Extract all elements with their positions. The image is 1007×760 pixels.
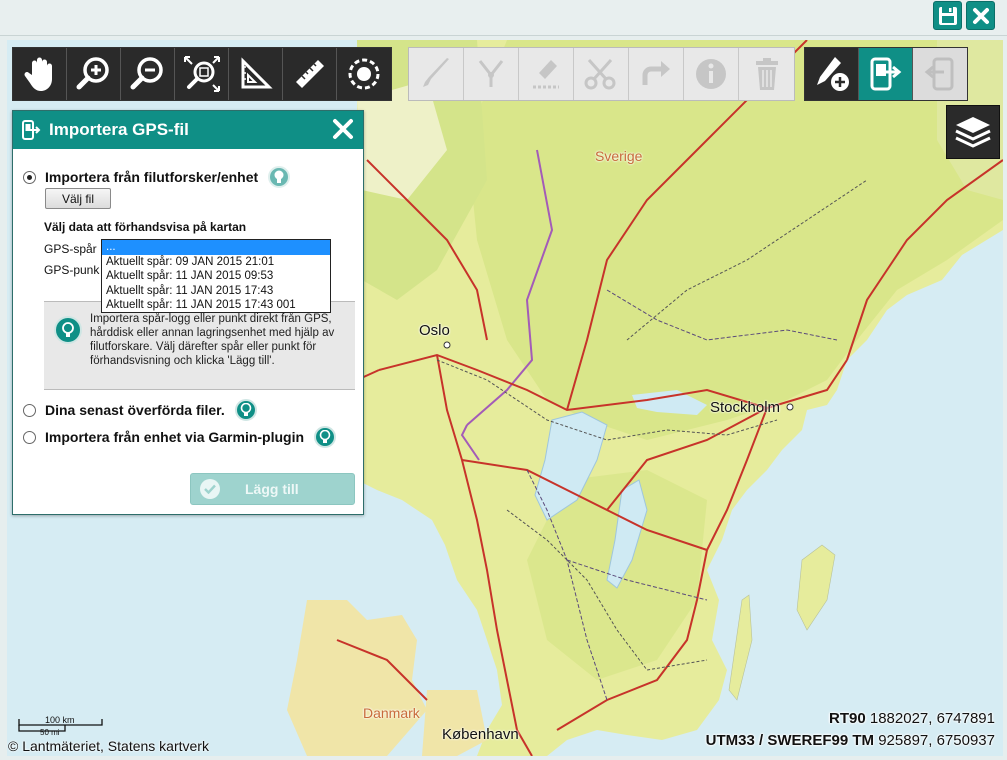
- label-sweden: Sverige: [595, 148, 643, 164]
- import-gps-icon: [870, 57, 901, 91]
- rt90-value: 1882027, 6747891: [869, 710, 995, 727]
- draw-icon: [423, 58, 449, 87]
- info-text: Importera spår-logg eller punkt direkt f…: [90, 313, 335, 367]
- coordinate-readout: RT90 1882027, 6747891 UTM33 / SWEREF99 T…: [706, 708, 995, 752]
- choose-file-button[interactable]: Välj fil: [45, 188, 111, 209]
- scale-bar: 100 km 50 mi: [18, 713, 108, 738]
- add-object-icon: [816, 57, 849, 91]
- pan-tool-button[interactable]: [13, 48, 67, 100]
- close-panel-icon[interactable]: [331, 117, 355, 141]
- ruler-button[interactable]: [283, 48, 337, 100]
- floppy-disk-icon: [938, 6, 957, 25]
- hint-bulb-icon[interactable]: [268, 166, 291, 188]
- ruler-icon: [295, 60, 324, 88]
- scale-km-label: 100 km: [45, 715, 75, 725]
- close-app-button[interactable]: [966, 1, 995, 30]
- import-gps-icon: [22, 120, 41, 140]
- label-oslo: Oslo: [419, 322, 450, 339]
- delete-button[interactable]: [739, 48, 794, 100]
- edit-toolbar: [408, 47, 795, 101]
- gps-track-label: GPS-spår: [44, 242, 97, 256]
- option-garmin-plugin-label: Importera från enhet via Garmin-plugin: [45, 429, 305, 445]
- add-button-label: Lägg till: [245, 481, 299, 497]
- cut-button[interactable]: [574, 48, 629, 100]
- file-toolbar: [804, 47, 968, 101]
- radio-recent-files[interactable]: [23, 403, 36, 417]
- scale-mi-label: 50 mi: [40, 728, 60, 737]
- edit-point-icon: [533, 60, 559, 89]
- export-gps-icon: [924, 57, 954, 91]
- edit-vertices-icon: [478, 60, 504, 87]
- app-header: [0, 0, 1007, 36]
- export-gps-button[interactable]: [913, 48, 967, 100]
- rt90-coords: RT90 1882027, 6747891: [706, 708, 995, 730]
- gps-points-label: GPS-punk: [44, 263, 100, 277]
- zoom-out-icon: [130, 57, 163, 90]
- zoom-extent-icon: [183, 56, 220, 92]
- info-button[interactable]: [684, 48, 739, 100]
- track-option[interactable]: Aktuellt spår: 09 JAN 2015 21:01: [102, 255, 330, 270]
- preview-label: Välj data att förhandsvisa på kartan: [44, 220, 247, 234]
- delete-icon: [755, 58, 778, 90]
- navigation-toolbar: [12, 47, 392, 101]
- option-file-explorer[interactable]: Importera från filutforsker/enhet: [23, 166, 291, 188]
- edit-vertices-button[interactable]: [464, 48, 519, 100]
- layers-icon: [955, 117, 991, 148]
- import-gps-panel: Importera GPS-fil Importera från filutfo…: [12, 110, 364, 515]
- add-object-button[interactable]: [805, 48, 859, 100]
- pan-hand-icon: [24, 57, 52, 91]
- angle-measure-icon: [241, 57, 273, 89]
- label-stockholm: Stockholm: [710, 399, 781, 416]
- track-option[interactable]: Aktuellt spår: 11 JAN 2015 17:43 001: [102, 298, 330, 313]
- save-button[interactable]: [933, 1, 962, 30]
- edit-point-button[interactable]: [519, 48, 574, 100]
- radio-garmin-plugin[interactable]: [23, 430, 36, 444]
- info-bulb-icon: [54, 316, 82, 344]
- option-file-explorer-label: Importera från filutforsker/enhet: [45, 169, 259, 185]
- angle-measure-button[interactable]: [229, 48, 283, 100]
- locate-position-button[interactable]: [337, 48, 391, 100]
- map-copyright: © Lantmäteriet, Statens kartverk: [8, 738, 209, 754]
- hint-bulb-icon[interactable]: [314, 426, 337, 448]
- option-recent-files-label: Dina senast överförda filer.: [45, 402, 225, 418]
- hint-bulb-icon[interactable]: [234, 399, 257, 421]
- option-recent-files[interactable]: Dina senast överförda filer.: [23, 399, 257, 421]
- cut-icon: [584, 58, 616, 90]
- add-button[interactable]: Lägg till: [190, 473, 355, 505]
- zoom-out-button[interactable]: [121, 48, 175, 100]
- zoom-extent-button[interactable]: [175, 48, 229, 100]
- checkmark-icon: [200, 479, 220, 499]
- track-option[interactable]: Aktuellt spår: 11 JAN 2015 09:53: [102, 269, 330, 284]
- zoom-in-icon: [76, 57, 109, 90]
- draw-button[interactable]: [409, 48, 464, 100]
- rt90-label: RT90: [829, 710, 866, 727]
- option-garmin-plugin[interactable]: Importera från enhet via Garmin-plugin: [23, 426, 337, 448]
- track-option[interactable]: Aktuellt spår: 11 JAN 2015 17:43: [102, 284, 330, 299]
- info-box: Importera spår-logg eller punkt direkt f…: [44, 301, 355, 390]
- redo-icon: [642, 61, 670, 85]
- zoom-in-button[interactable]: [67, 48, 121, 100]
- track-option[interactable]: ...: [102, 240, 330, 255]
- import-gps-button[interactable]: [859, 48, 913, 100]
- panel-title: Importera GPS-fil: [49, 120, 189, 139]
- utm-label: UTM33 / SWEREF99 TM: [705, 732, 875, 749]
- utm-value: 925897, 6750937: [878, 732, 995, 749]
- label-denmark: Danmark: [363, 705, 420, 721]
- close-icon: [972, 7, 989, 24]
- redo-button[interactable]: [629, 48, 684, 100]
- panel-header: Importera GPS-fil: [13, 111, 363, 149]
- radio-file-explorer[interactable]: [23, 170, 36, 184]
- locate-position-icon: [348, 58, 380, 90]
- label-copenhagen: København: [442, 726, 519, 743]
- info-icon: [696, 59, 726, 89]
- gps-track-dropdown-list[interactable]: ... Aktuellt spår: 09 JAN 2015 21:01 Akt…: [101, 239, 331, 313]
- utm-coords: UTM33 / SWEREF99 TM 925897, 6750937: [706, 730, 995, 752]
- layers-button[interactable]: [946, 105, 1000, 159]
